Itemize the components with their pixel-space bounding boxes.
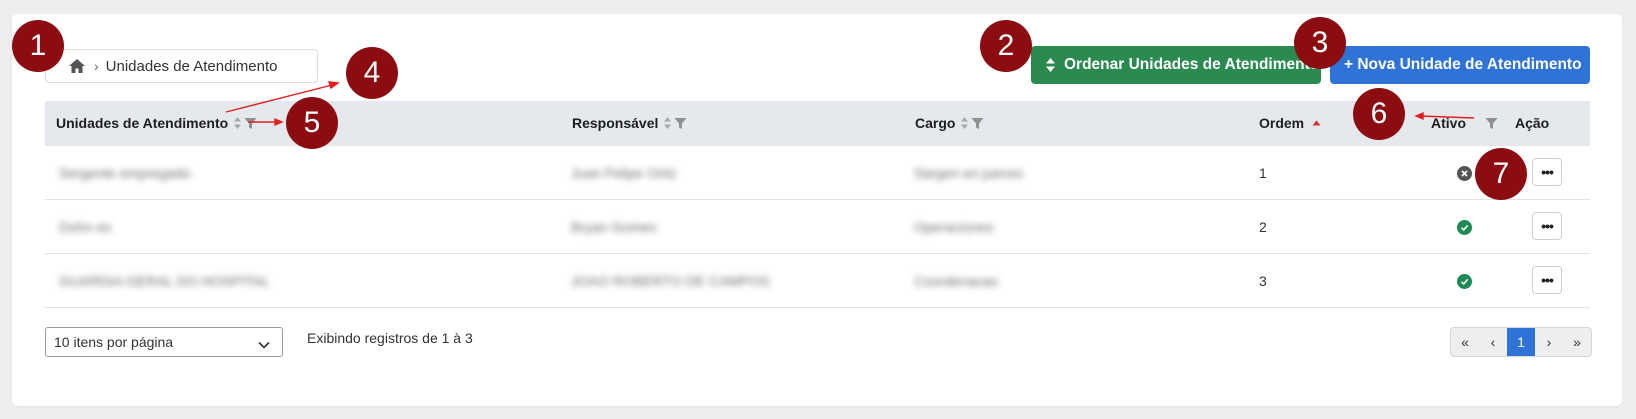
order-units-label: Ordenar Unidades de Atendimento <box>1064 56 1320 73</box>
annotation-marker-7: 7 <box>1475 148 1527 200</box>
inactive-status-icon <box>1457 166 1472 181</box>
breadcrumb-separator: › <box>94 58 99 74</box>
records-summary: Exibindo registros de 1 à 3 <box>307 330 473 346</box>
cell-unit: Sergente empregado <box>59 165 191 181</box>
header-unit-label: Unidades de Atendimento <box>56 115 229 131</box>
header-role-label: Cargo <box>915 115 956 131</box>
sort-icon <box>1045 57 1056 73</box>
header-active[interactable]: Ativo <box>1431 115 1498 131</box>
cell-unit: Dohn es <box>59 219 112 235</box>
annotation-marker-3: 3 <box>1294 17 1346 69</box>
cell-order: 3 <box>1259 273 1267 289</box>
active-status-icon <box>1457 274 1472 289</box>
cell-unit: GUARDIA GERAL DO HOSPITAL <box>59 273 270 289</box>
header-responsible[interactable]: Responsável <box>572 115 687 131</box>
sort-icon[interactable] <box>233 116 242 130</box>
header-active-label: Ativo <box>1431 115 1466 131</box>
row-actions-button[interactable]: ••• <box>1532 158 1562 186</box>
cell-responsible: JOAO ROBERTO DE CAMPOS <box>571 273 770 289</box>
sort-icon[interactable] <box>960 116 969 130</box>
filter-icon[interactable] <box>971 117 984 130</box>
sort-icon[interactable] <box>663 116 672 130</box>
order-units-button[interactable]: Ordenar Unidades de Atendimento <box>1031 46 1321 84</box>
pagination: « ‹ 1 › » <box>1450 327 1592 357</box>
items-per-page-value: 10 itens por página <box>54 334 174 350</box>
filter-icon[interactable] <box>244 117 257 130</box>
header-action: Ação <box>1515 115 1549 131</box>
cell-role: Coordenacao <box>914 273 999 289</box>
annotation-marker-2: 2 <box>980 20 1032 72</box>
page-1-button[interactable]: 1 <box>1507 328 1535 356</box>
row-actions-button[interactable]: ••• <box>1532 266 1562 294</box>
breadcrumb: › Unidades de Atendimento <box>45 49 318 83</box>
header-role[interactable]: Cargo <box>915 115 984 131</box>
sort-asc-icon[interactable] <box>1312 120 1321 126</box>
header-order-label: Ordem <box>1259 115 1305 131</box>
cell-order: 1 <box>1259 165 1267 181</box>
new-unit-button[interactable]: + Nova Unidade de Atendimento <box>1330 46 1590 84</box>
annotation-marker-6: 6 <box>1353 88 1405 140</box>
next-page-button[interactable]: › <box>1535 328 1563 356</box>
cell-responsible: Bryan Gomes <box>571 219 657 235</box>
header-order[interactable]: Ordem <box>1259 115 1321 131</box>
annotation-marker-1: 1 <box>12 20 64 72</box>
annotation-marker-5: 5 <box>286 97 338 149</box>
header-action-label: Ação <box>1515 115 1550 131</box>
cell-role: Operaciones <box>914 219 994 235</box>
cell-responsible: Juan Felipe Ortiz <box>571 165 677 181</box>
table-row[interactable]: GUARDIA GERAL DO HOSPITAL JOAO ROBERTO D… <box>45 254 1590 308</box>
table-row[interactable]: Sergente empregado Juan Felipe Ortiz Sar… <box>45 146 1590 200</box>
header-responsible-label: Responsável <box>572 115 659 131</box>
home-icon[interactable] <box>68 58 86 74</box>
filter-icon[interactable] <box>674 117 687 130</box>
last-page-button[interactable]: » <box>1563 328 1591 356</box>
active-status-icon <box>1457 220 1472 235</box>
breadcrumb-current: Unidades de Atendimento <box>105 57 278 75</box>
chevron-down-icon <box>258 336 270 352</box>
header-unit[interactable]: Unidades de Atendimento <box>56 115 257 131</box>
first-page-button[interactable]: « <box>1451 328 1479 356</box>
cell-role: Sargen en jueces <box>914 165 1023 181</box>
row-actions-button[interactable]: ••• <box>1532 212 1562 240</box>
items-per-page-select[interactable]: 10 itens por página <box>45 327 283 357</box>
filter-icon[interactable] <box>1485 117 1498 130</box>
table-row[interactable]: Dohn es Bryan Gomes Operaciones 2 ••• <box>45 200 1590 254</box>
prev-page-button[interactable]: ‹ <box>1479 328 1507 356</box>
annotation-marker-4: 4 <box>346 47 398 99</box>
cell-order: 2 <box>1259 219 1267 235</box>
new-unit-label: + Nova Unidade de Atendimento <box>1344 56 1582 73</box>
